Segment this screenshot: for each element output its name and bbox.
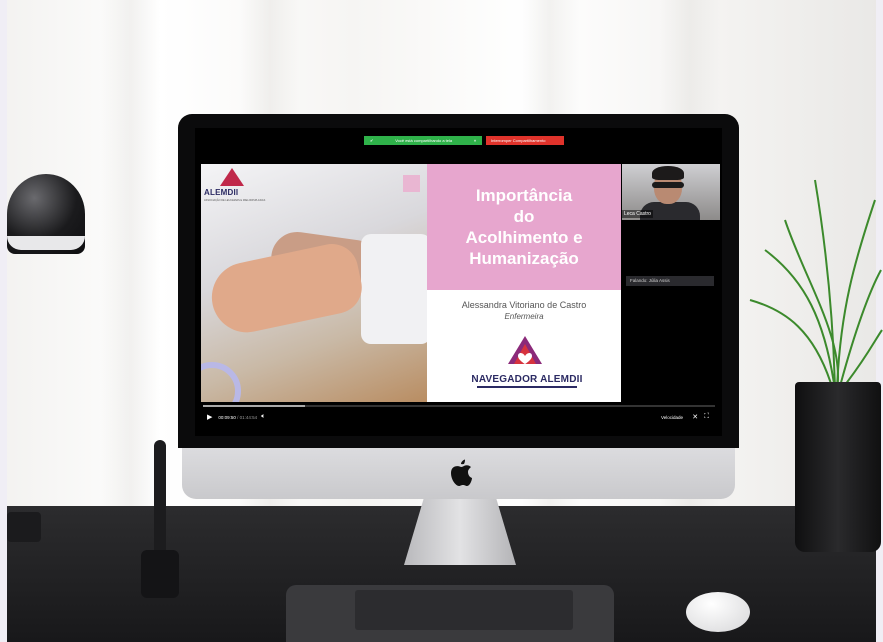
pen-holder bbox=[141, 550, 179, 598]
slide-title-line: Importância bbox=[475, 186, 573, 205]
frame-left bbox=[0, 0, 7, 642]
slide-photo: ALEMDII ASSOCIAÇÃO DE LEUCEMIAS E MIELOD… bbox=[201, 164, 427, 402]
speaking-indicator: Falando: Júlia Assis bbox=[626, 276, 714, 286]
decorative-circle bbox=[201, 362, 241, 402]
speed-button[interactable]: Velocidade bbox=[661, 415, 683, 420]
slide-title-line: Acolhimento e bbox=[465, 228, 583, 247]
current-time: 00:09:50 bbox=[218, 414, 236, 420]
slide-author-role: Enfermeira bbox=[504, 312, 544, 321]
play-icon[interactable]: ▶ bbox=[207, 413, 212, 421]
desk-lamp-base bbox=[7, 512, 41, 542]
stop-sharing-label: Interromper Compartilhamento bbox=[491, 138, 546, 143]
screen-share-bar: ✔ Você está compartilhando a tela ⏸ Inte… bbox=[364, 136, 564, 145]
slide-author: Alessandra Vitoriano de Castro bbox=[461, 300, 587, 310]
decorative-square bbox=[403, 175, 420, 192]
volume-icon[interactable]: 🔈︎ bbox=[261, 413, 265, 421]
logo-subtext: ASSOCIAÇÃO DE LEUCEMIAS E MIELODISPLASIA… bbox=[204, 199, 266, 202]
participant-hair bbox=[652, 166, 684, 180]
presentation-slide: ALEMDII ASSOCIAÇÃO DE LEUCEMIAS E MIELOD… bbox=[201, 164, 621, 402]
navigator-logo-icon bbox=[508, 336, 542, 364]
slide-title-line: do bbox=[513, 207, 535, 226]
sharing-indicator: ✔ Você está compartilhando a tela ⏸ bbox=[364, 136, 482, 145]
photo-hand-young bbox=[205, 239, 367, 339]
fullscreen-icon[interactable]: ⛶ bbox=[704, 413, 709, 421]
desk-lamp-rim bbox=[7, 236, 85, 250]
video-progress-bar[interactable] bbox=[203, 405, 715, 407]
video-controls: ▶ 00:09:50 / 01:44:54 🔈︎ Velocidade ✕ ⛶ bbox=[203, 408, 715, 426]
apple-logo-icon bbox=[451, 459, 472, 486]
close-icon[interactable]: ✕ bbox=[692, 413, 698, 421]
logo-text: ALEMDII bbox=[204, 188, 239, 197]
pause-icon[interactable]: ⏸ bbox=[474, 136, 476, 145]
stylus-pen bbox=[154, 440, 166, 564]
sharing-text: Você está compartilhando a tela bbox=[395, 138, 453, 143]
drawing-tablet-surface bbox=[355, 590, 573, 630]
participant-glasses bbox=[652, 182, 684, 188]
photo-sleeve bbox=[361, 234, 427, 344]
slide-title-line: Humanização bbox=[469, 249, 579, 268]
desk-scene: ✔ Você está compartilhando a tela ⏸ Inte… bbox=[0, 0, 883, 642]
video-progress-fill bbox=[203, 405, 306, 407]
participant-name: Leca Castro bbox=[622, 210, 653, 218]
navigator-logo-text: NAVEGADOR ALEMDII bbox=[471, 374, 583, 385]
total-time: / 01:44:54 bbox=[235, 414, 258, 420]
time-display: 00:09:50 / 01:44:54 bbox=[218, 415, 257, 420]
stop-sharing-button[interactable]: Interromper Compartilhamento bbox=[486, 136, 564, 145]
slide-title-panel: Importância do Acolhimento e Humanização bbox=[427, 164, 621, 290]
player-right-controls: ✕ ⛶ bbox=[692, 413, 709, 421]
plant-leaves bbox=[749, 179, 883, 391]
curtain-fold bbox=[100, 0, 160, 520]
mouse bbox=[686, 592, 750, 632]
navigator-underline bbox=[477, 386, 577, 388]
alemdii-logo: ALEMDII ASSOCIAÇÃO DE LEUCEMIAS E MIELOD… bbox=[204, 168, 265, 206]
logo-triangle-icon bbox=[220, 168, 244, 186]
plant-pot bbox=[795, 382, 881, 552]
check-icon: ✔ bbox=[370, 138, 374, 143]
